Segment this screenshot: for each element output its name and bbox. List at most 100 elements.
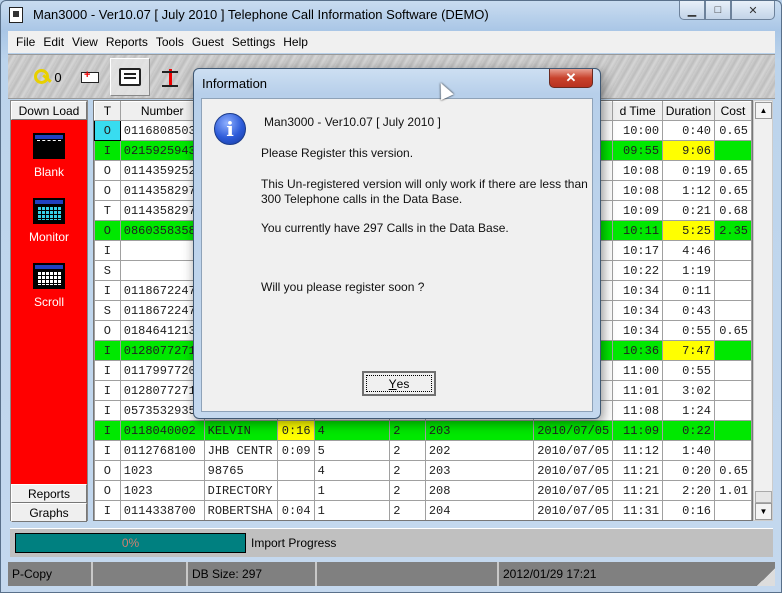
cell-number: 0860358358: [119, 220, 205, 241]
menu-guest[interactable]: Guest: [188, 35, 228, 49]
cell-duration: 0:43: [662, 300, 715, 321]
table-row[interactable]: O 1023 98765 4 2 203 2010/07/05 11:21 0:20 0.65: [94, 460, 752, 481]
menu-bar: File Edit View Reports Tools Guest Setti…: [8, 31, 775, 53]
blank-tool[interactable]: Blank: [11, 133, 87, 179]
dialog-close-button[interactable]: ✕: [549, 69, 593, 88]
cell-type: I: [94, 340, 121, 361]
cell-time: 11:01: [612, 380, 664, 401]
cell-name: 98765: [203, 460, 278, 481]
key-icon: [34, 69, 52, 85]
col-type-header[interactable]: T: [94, 101, 121, 121]
cell-type: O: [94, 160, 121, 181]
maximize-button[interactable]: □: [705, 1, 731, 20]
scroll-up-button[interactable]: ▲: [755, 102, 772, 119]
minimize-button[interactable]: ▁: [679, 1, 705, 20]
col-time-header[interactable]: d Time: [612, 101, 664, 121]
cell-time: 11:08: [612, 400, 664, 421]
progress-percent: 0%: [121, 536, 140, 550]
dialog-version-line: Man3000 - Ver10.07 [ July 2010 ]: [264, 115, 441, 129]
col-cost-header[interactable]: Cost: [713, 101, 752, 121]
cell-cost: [713, 400, 752, 421]
cell-time: 09:55: [612, 140, 664, 161]
cell-c4: 1: [313, 480, 391, 501]
cell-duration: 0:55: [662, 360, 715, 381]
cell-cost: [713, 440, 752, 461]
dialog-register-line: Please Register this version.: [261, 146, 414, 160]
cell-number: 0117997720: [119, 360, 205, 381]
cell-cost: 2.35: [713, 220, 752, 241]
network-button[interactable]: [154, 58, 186, 96]
cell-duration: 0:19: [662, 160, 715, 181]
cell-number: 0112768100: [119, 440, 205, 461]
cell-duration: 3:02: [662, 380, 715, 401]
cell-time: 10:09: [612, 200, 664, 221]
col-number-header[interactable]: Number: [119, 101, 205, 121]
table-row[interactable]: O 1023 DIRECTORY 1 2 208 2010/07/05 11:21 2:20 1.…: [94, 480, 752, 501]
table-row[interactable]: I 0112768100 JHB CENTR 0:09 5 2 202 2010/07/05 1…: [94, 440, 752, 461]
cell-type: T: [94, 200, 121, 221]
minimize-icon: ▁: [687, 4, 697, 17]
maximize-icon: □: [714, 4, 722, 16]
cell-number: 0114359252: [119, 160, 205, 181]
cell-cost: 0.65: [713, 160, 752, 181]
cell-number: 0118672247: [119, 300, 205, 321]
cell-duration: 0:21: [662, 200, 715, 221]
scroll-tool[interactable]: Scroll: [11, 263, 87, 309]
scroll-down-button[interactable]: ▼: [755, 503, 772, 520]
cell-type: I: [94, 440, 121, 461]
table-row[interactable]: I 0118040002 KELVIN 0:16 4 2 203 2010/07/05 11:0…: [94, 420, 752, 441]
cell-time: 10:36: [612, 340, 664, 361]
close-button[interactable]: ✕: [731, 1, 775, 20]
scroll-thumb[interactable]: [755, 491, 772, 503]
graphs-button[interactable]: Graphs: [11, 503, 87, 522]
cell-number: 0128077271: [119, 380, 205, 401]
status-pcopy: P-Copy: [8, 562, 93, 586]
download-button[interactable]: Down Load: [11, 101, 87, 120]
ambulance-button[interactable]: [74, 58, 106, 96]
menu-reports[interactable]: Reports: [102, 35, 152, 49]
table-row[interactable]: I 0114338700 ROBERTSHA 0:04 1 2 204 2010/07/05 1…: [94, 500, 752, 520]
printer-icon: [119, 68, 141, 86]
cell-type: I: [94, 140, 121, 161]
cell-cost: 0.65: [713, 320, 752, 341]
cell-duration: 0:11: [662, 280, 715, 301]
progress-label: Import Progress: [251, 536, 337, 550]
title-bar[interactable]: Man3000 - Ver10.07 [ July 2010 ] Telepho…: [1, 1, 781, 29]
cell-number: 0114358297: [119, 180, 205, 201]
cell-cost: [713, 300, 752, 321]
cell-duration: 2:20: [662, 480, 715, 501]
cell-cost: 0.65: [713, 180, 752, 201]
cell-type: I: [94, 400, 121, 421]
window-title: Man3000 - Ver10.07 [ July 2010 ] Telepho…: [33, 7, 489, 22]
cell-time: 10:34: [612, 280, 664, 301]
reports-button[interactable]: Reports: [11, 484, 87, 503]
vertical-scrollbar[interactable]: ▲ ▼: [753, 100, 773, 521]
cell-cost: [713, 420, 752, 441]
status-datetime: 2012/01/29 17:21: [503, 567, 597, 581]
col-duration-header[interactable]: Duration: [662, 101, 715, 121]
printer-button[interactable]: [110, 58, 150, 96]
yes-rest: es: [396, 376, 410, 391]
menu-help[interactable]: Help: [279, 35, 312, 49]
cell-ext: 208: [424, 480, 535, 501]
cell-time: 10:22: [612, 260, 664, 281]
yes-button[interactable]: Yes: [362, 371, 436, 396]
resize-grip[interactable]: [757, 568, 775, 586]
menu-settings[interactable]: Settings: [228, 35, 279, 49]
cell-ext: 202: [424, 440, 535, 461]
status-bar: P-Copy DB Size: 297 2012/01/29 17:21: [8, 562, 775, 586]
cell-type: O: [94, 480, 121, 501]
monitor-grid-icon: [33, 198, 65, 224]
menu-tools[interactable]: Tools: [152, 35, 188, 49]
menu-view[interactable]: View: [68, 35, 102, 49]
key-button[interactable]: 0: [30, 58, 66, 96]
cell-type: O: [94, 180, 121, 201]
menu-file[interactable]: File: [12, 35, 39, 49]
cell-cost: [713, 360, 752, 381]
app-icon[interactable]: [9, 7, 23, 23]
monitor-tool[interactable]: Monitor: [11, 198, 87, 244]
menu-edit[interactable]: Edit: [39, 35, 68, 49]
cell-time: 10:34: [612, 300, 664, 321]
cell-time: 11:21: [612, 460, 664, 481]
blank-grid-icon: [33, 133, 65, 159]
